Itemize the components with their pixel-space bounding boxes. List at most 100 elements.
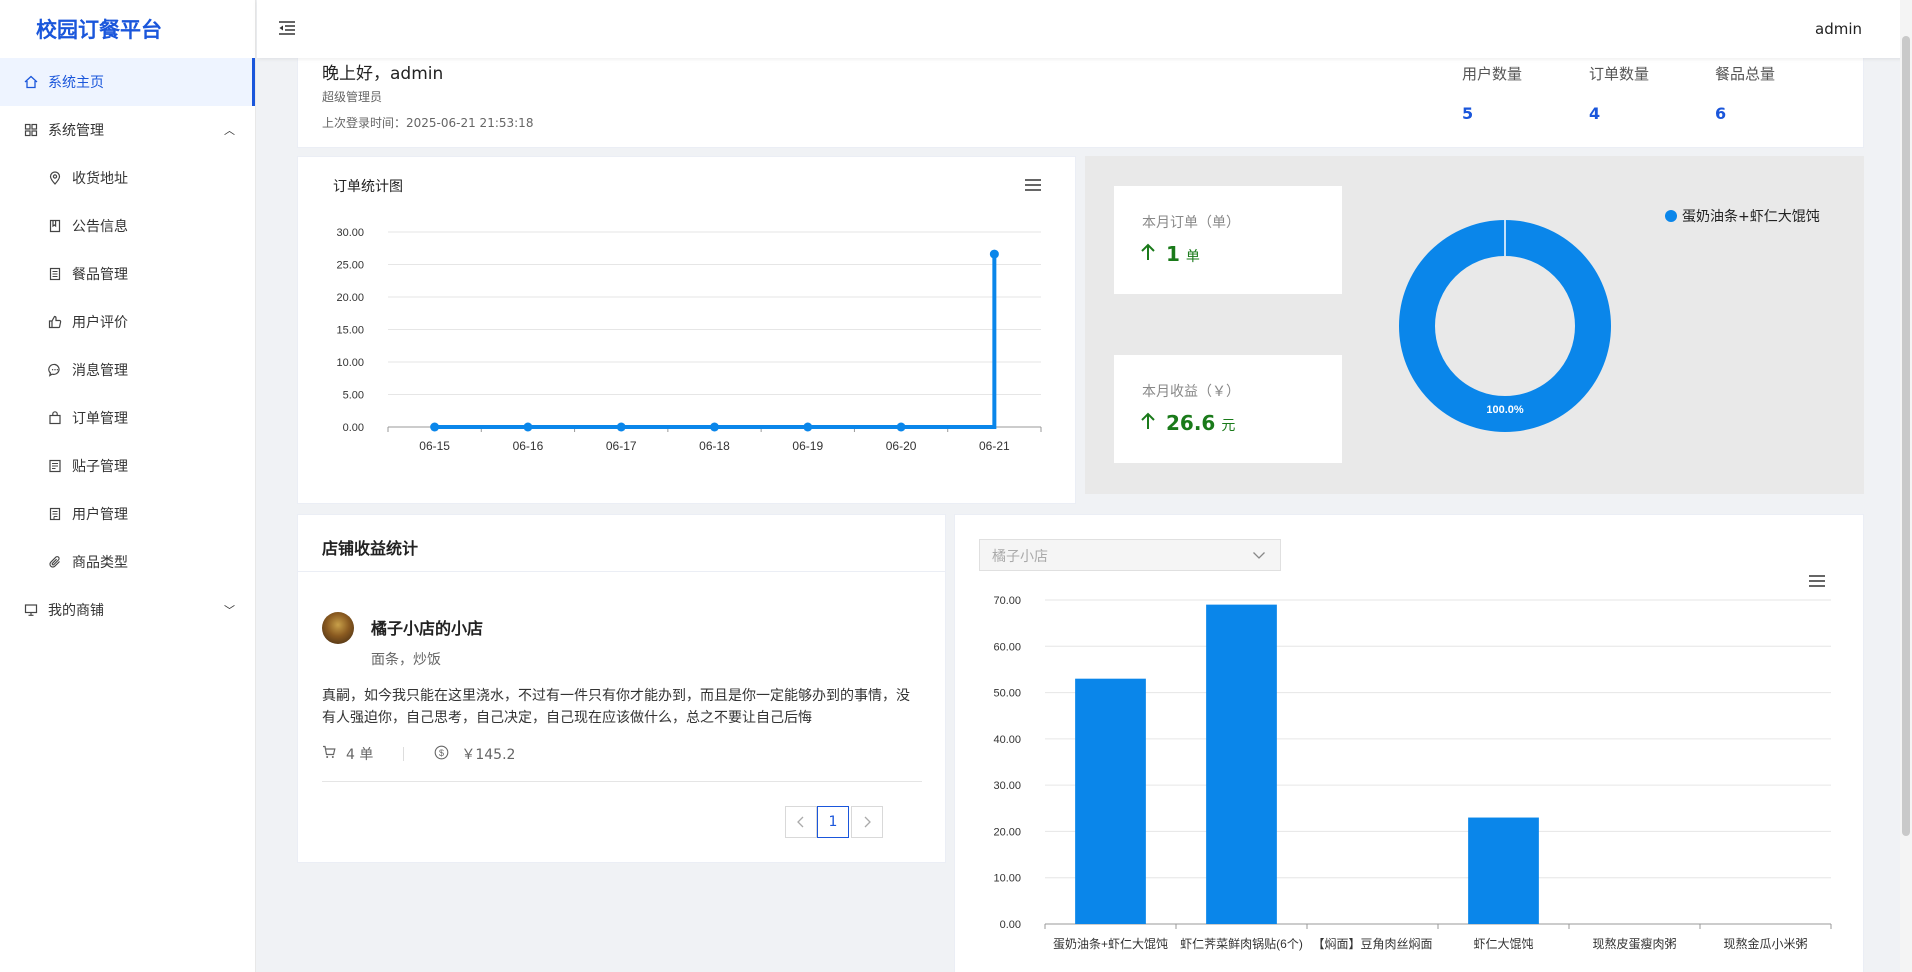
shop-tags: 面条，炒饭 [371, 652, 441, 668]
sidebar-item-label: 订单管理 [72, 411, 128, 427]
y-tick-label: 5.00 [343, 390, 364, 402]
sidebar-item-categories[interactable]: 商品类型 [0, 538, 255, 586]
y-tick-label: 40.00 [993, 734, 1021, 746]
chevron-up-icon: ︿ [224, 124, 235, 137]
y-tick-label: 30.00 [336, 227, 364, 239]
chat-icon [48, 363, 62, 377]
sidebar-item-posts[interactable]: 贴子管理 [0, 442, 255, 490]
pagination-prev-button[interactable] [785, 806, 817, 838]
data-point [523, 422, 533, 432]
sidebar-item-messages[interactable]: 消息管理 [0, 346, 255, 394]
shop-avatar [322, 612, 354, 644]
y-tick-label: 30.00 [993, 780, 1021, 792]
chevron-down-icon: ﹀ [224, 604, 235, 617]
monthly-panel: 本月订单（单） 1 单 本月收益（￥） 26.6 元 100.0% 蛋奶油条+虾… [1085, 156, 1864, 494]
y-tick-label: 70.00 [993, 595, 1021, 607]
menu-fold-icon[interactable] [277, 18, 297, 38]
x-tick-label: 06-20 [886, 439, 917, 453]
dish-bar-chart: 0.00 10.00 20.00 30.00 40.00 50.00 60.00 70.00 蛋… [993, 595, 1832, 951]
x-tick-label: 06-15 [419, 439, 450, 453]
sidebar-item-label: 收货地址 [72, 171, 128, 187]
y-tick-label: 25.00 [336, 260, 364, 272]
stat-value: 4 [1589, 104, 1601, 123]
shop-revenue-card: 店铺收益统计 橘子小店的小店 面条，炒饭 真嗣，如今我只能在这里浇水，不过有一件… [297, 514, 946, 863]
sidebar: 校园订餐平台 系统主页 系统管理 ︿ 收货地址 公告信息 餐品管理 用户评价 消… [0, 0, 256, 972]
grid-icon [24, 123, 38, 137]
data-point [896, 422, 906, 432]
pie-label: 100.0% [1486, 404, 1524, 416]
page-scrollbar[interactable] [1900, 0, 1912, 972]
order-line-chart: 0.00 5.00 10.00 15.00 20.00 25.00 30.00 06-15 06… [336, 227, 1042, 453]
section-title: 店铺收益统计 [298, 515, 945, 572]
svg-text:$: $ [439, 747, 444, 757]
sidebar-item-notice[interactable]: 公告信息 [0, 202, 255, 250]
top-header: admin [257, 0, 1912, 58]
pie-legend[interactable]: 蛋奶油条+虾仁大馄饨 [1665, 206, 1820, 226]
bar [1468, 817, 1539, 924]
sidebar-item-reviews[interactable]: 用户评价 [0, 298, 255, 346]
x-tick-label: 现熬金瓜小米粥 [1723, 936, 1807, 951]
sidebar-item-home[interactable]: 系统主页 [0, 58, 255, 106]
stat-label: 用户数量 [1462, 65, 1523, 83]
shop-name[interactable]: 橘子小店的小店 [371, 615, 483, 639]
sidebar-item-label: 系统管理 [48, 123, 104, 139]
x-tick-label: 现熬皮蛋瘦肉粥 [1592, 936, 1676, 951]
dollar-icon: $ [434, 745, 449, 764]
sidebar-item-orders[interactable]: 订单管理 [0, 394, 255, 442]
app-logo-title: 校园订餐平台 [36, 18, 162, 42]
pagination-next-button[interactable] [851, 806, 883, 838]
user-doc-icon [48, 507, 62, 521]
sidebar-item-address[interactable]: 收货地址 [0, 154, 255, 202]
data-point [616, 422, 626, 432]
y-tick-label: 10.00 [993, 873, 1021, 885]
sidebar-item-dishes[interactable]: 餐品管理 [0, 250, 255, 298]
role-text: 超级管理员 [322, 90, 383, 104]
pagination-page-button[interactable]: 1 [817, 806, 849, 838]
legend-label: 蛋奶油条+虾仁大馄饨 [1682, 209, 1820, 225]
sidebar-item-label: 餐品管理 [72, 267, 128, 283]
shop-revenue: ￥145.2 [461, 747, 516, 763]
data-point [430, 422, 440, 432]
sidebar-item-label: 我的商铺 [48, 603, 104, 619]
stat-label: 餐品总量 [1715, 65, 1776, 83]
stat-value: 6 [1715, 104, 1727, 123]
notice-icon [48, 219, 62, 233]
x-tick-label: 蛋奶油条+虾仁大馄饨 [1053, 937, 1168, 951]
y-tick-label: 0.00 [343, 422, 364, 434]
x-tick-label: 06-21 [979, 439, 1010, 453]
shop-orders: 4 单 [346, 747, 374, 763]
monitor-icon [24, 603, 38, 617]
sidebar-item-label: 用户评价 [72, 315, 128, 331]
order-chart-card: 订单统计图 0.00 5.00 10.00 15.00 20.00 25.00 30.00 0… [297, 156, 1076, 504]
sidebar-item-label: 商品类型 [72, 555, 128, 571]
x-tick-label: 06-17 [606, 439, 637, 453]
x-tick-label: 06-19 [792, 439, 823, 453]
data-point [989, 249, 999, 259]
user-menu[interactable]: admin [1815, 20, 1862, 38]
sidebar-item-label: 贴子管理 [72, 459, 128, 475]
y-tick-label: 20.00 [993, 826, 1021, 838]
sidebar-item-label: 系统主页 [48, 75, 104, 91]
last-login-text: 上次登录时间：2025-06-21 21:53:18 [322, 116, 534, 130]
data-point [803, 422, 813, 432]
y-tick-label: 10.00 [336, 357, 364, 369]
bag-icon [48, 411, 62, 425]
shop-description: 真嗣，如今我只能在这里浇水，不过有一件只有你才能办到，而且是你一定能够办到的事情… [322, 688, 910, 726]
sidebar-item-users[interactable]: 用户管理 [0, 490, 255, 538]
sidebar-item-system[interactable]: 系统管理 ︿ [0, 106, 255, 154]
divider [322, 781, 922, 782]
stat-value: 5 [1462, 104, 1474, 123]
x-tick-label: 06-18 [699, 439, 730, 453]
dish-revenue-card: 橘子小店 0.00 10.00 20.00 30.00 40.00 50.00 60.00 7… [954, 514, 1864, 972]
y-tick-label: 15.00 [336, 325, 364, 337]
sidebar-item-my-shop[interactable]: 我的商铺 ﹀ [0, 586, 255, 634]
stat-users: 用户数量 5 [1462, 63, 1522, 123]
greeting-text: 晚上好，admin [322, 64, 444, 84]
x-tick-label: 虾仁大馄饨 [1473, 937, 1533, 951]
y-tick-label: 50.00 [993, 688, 1021, 700]
pie-slice [1399, 220, 1611, 432]
bar [1206, 604, 1277, 924]
post-icon [48, 459, 62, 473]
scrollbar-thumb[interactable] [1902, 36, 1910, 836]
y-tick-label: 0.00 [1000, 919, 1021, 931]
